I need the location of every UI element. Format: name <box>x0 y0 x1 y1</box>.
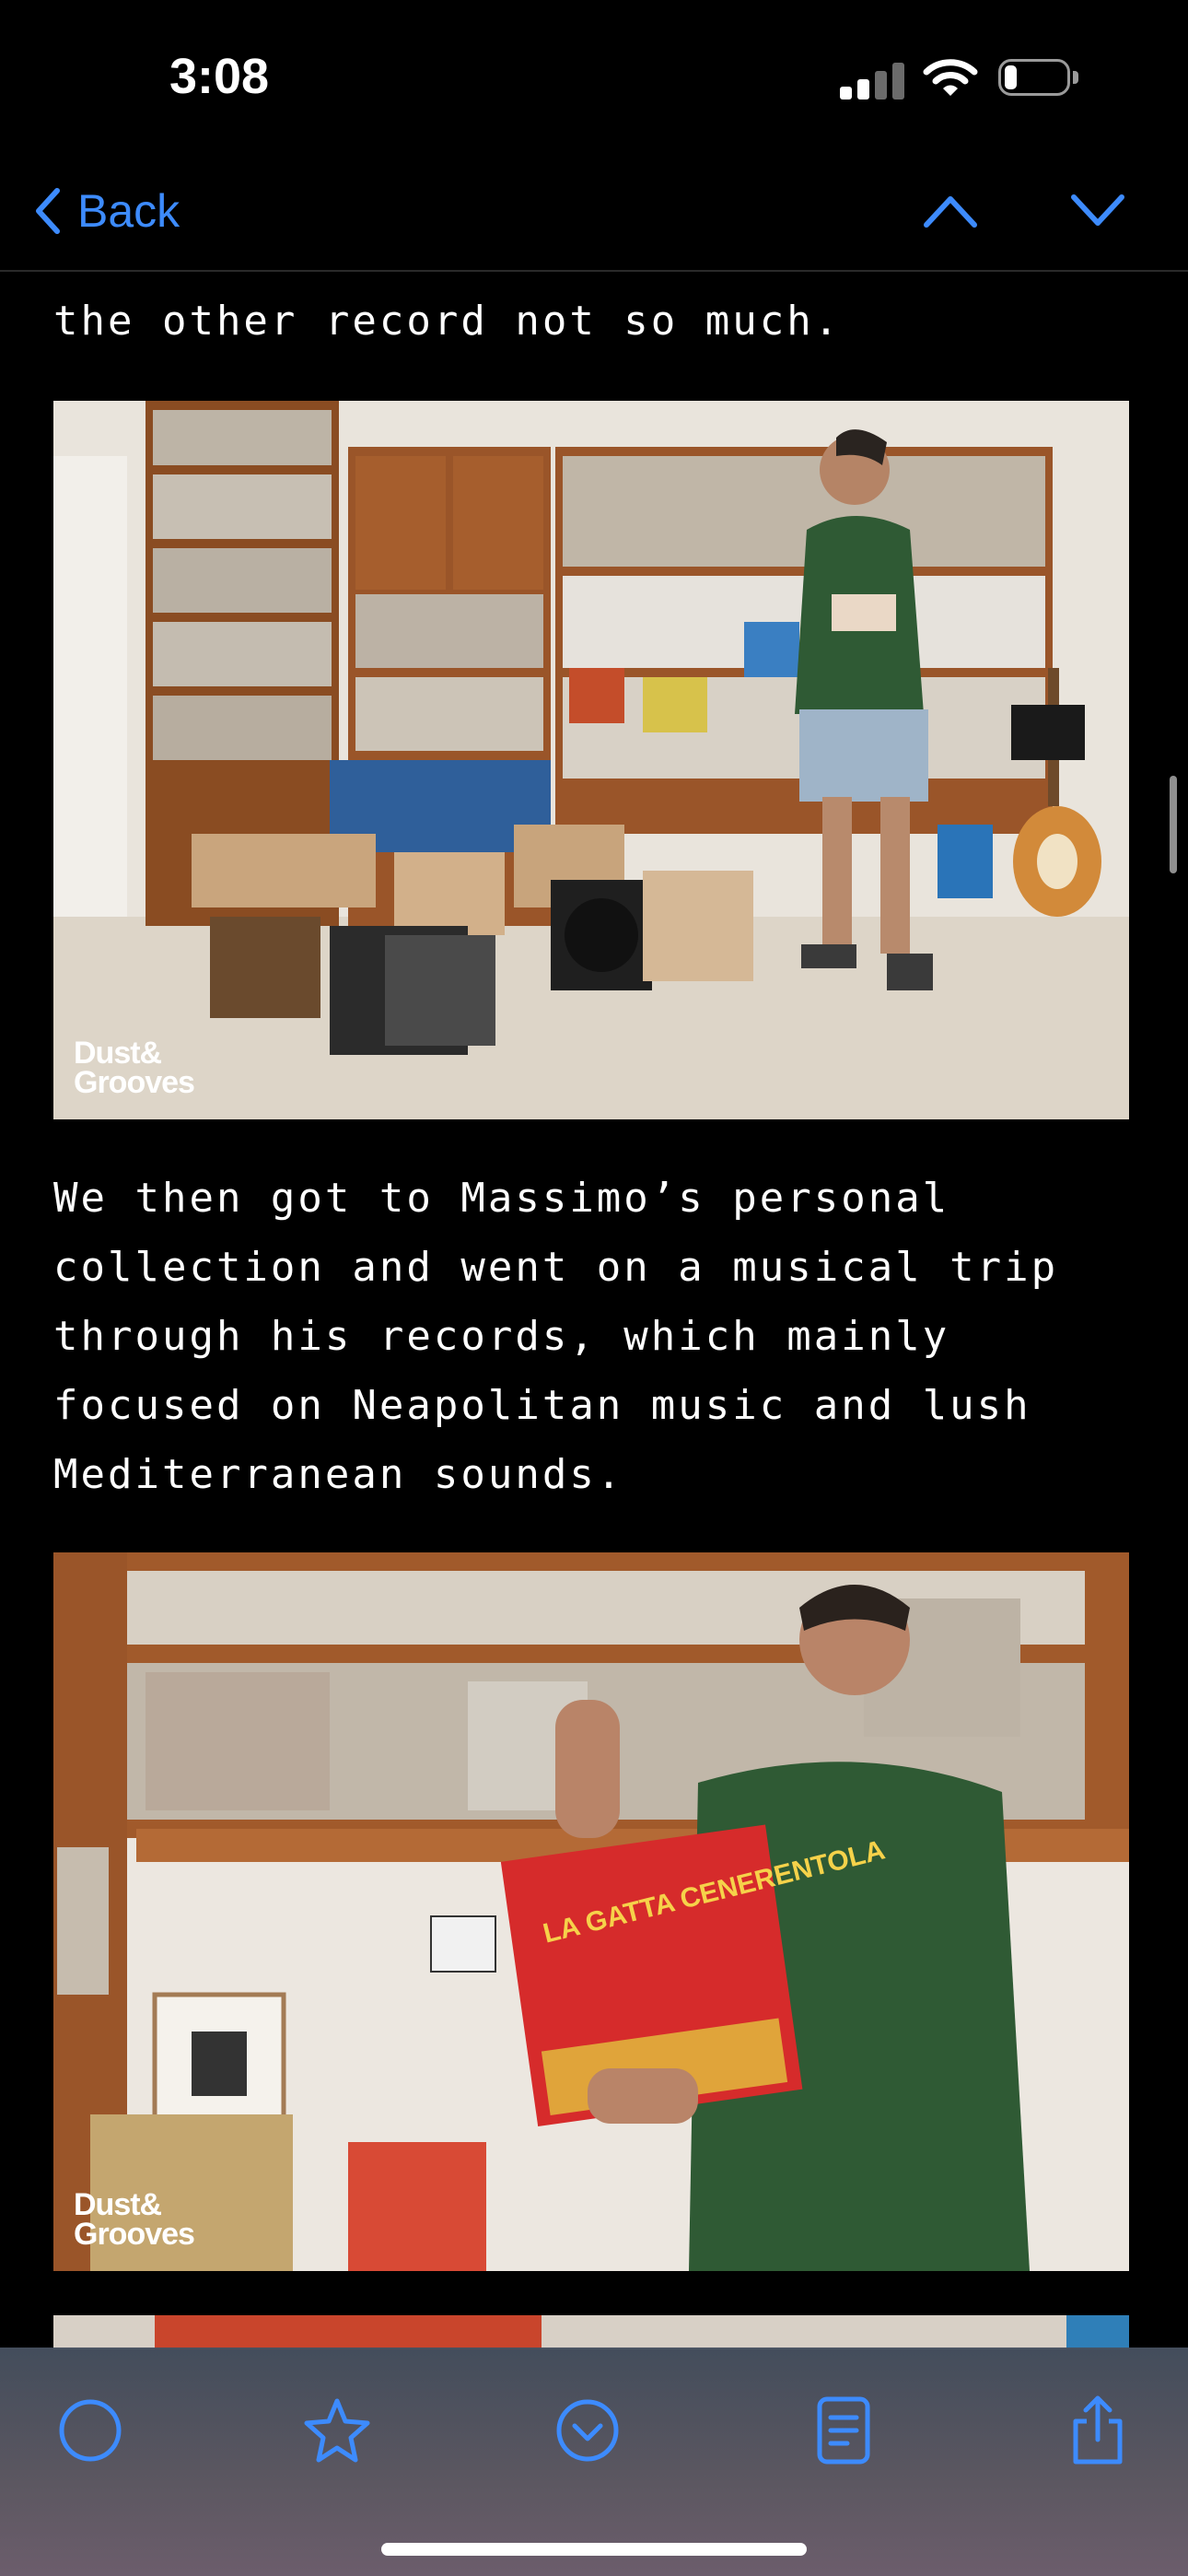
circle-icon <box>59 2399 122 2462</box>
scroll-indicator[interactable] <box>1170 776 1177 873</box>
reader-icon <box>817 2396 870 2465</box>
previous-article-button[interactable] <box>921 184 980 240</box>
photo-watermark: Dust& Grooves <box>74 1036 195 1100</box>
checkmark-circle-icon <box>556 2399 619 2462</box>
article-photo-record-room: Dust& Grooves <box>53 401 1129 1119</box>
navigation-bar: Back <box>0 157 1188 272</box>
battery-icon <box>998 59 1079 100</box>
star-button[interactable] <box>298 2392 376 2469</box>
share-button[interactable] <box>1059 2392 1136 2469</box>
mark-unread-button[interactable] <box>52 2392 129 2469</box>
mark-read-button[interactable] <box>549 2392 626 2469</box>
article-text-partial: the other record not so much. <box>53 298 842 345</box>
cellular-signal-icon <box>840 61 904 100</box>
bottom-toolbar <box>0 2348 1188 2576</box>
status-bar: 3:08 <box>0 0 1188 157</box>
wifi-icon <box>923 57 978 101</box>
chevron-up-icon <box>924 196 977 228</box>
home-indicator[interactable] <box>381 2543 807 2556</box>
article-photo-massimo: LA GATTA CENERENTOLA Dust& Grooves <box>53 1552 1129 2271</box>
chevron-down-icon <box>1071 194 1124 226</box>
chevron-left-icon <box>36 188 60 234</box>
article-photo-next <box>53 2315 1129 2349</box>
share-icon <box>1073 2395 1123 2465</box>
next-article-button[interactable] <box>1068 184 1127 240</box>
reader-view-button[interactable] <box>805 2392 882 2469</box>
star-icon <box>304 2398 370 2463</box>
article-paragraph: We then got to Massimo’s personal collec… <box>53 1175 1059 1498</box>
status-time: 3:08 <box>169 49 270 104</box>
back-button[interactable]: Back <box>33 179 180 243</box>
photo-watermark-2: Dust& Grooves <box>74 2187 195 2252</box>
article-content: the other record not so much. Dust& Groo… <box>0 272 1188 2349</box>
back-label: Back <box>77 185 181 237</box>
